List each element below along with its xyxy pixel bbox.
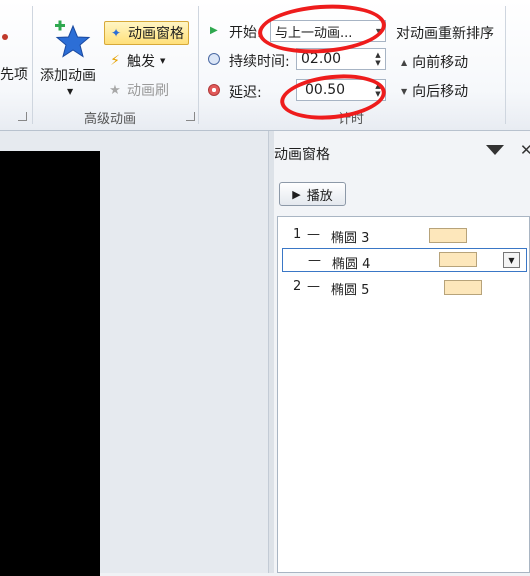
start-label: 开始: [229, 25, 262, 41]
spin-arrows-icon[interactable]: ▲ ▼ [371, 80, 385, 100]
play-button[interactable]: ▶ 播放 [279, 182, 346, 206]
duration-value: 02.00 [301, 51, 342, 67]
start-value: 与上一动画... [275, 25, 353, 41]
group-divider [32, 6, 33, 124]
slide-canvas[interactable] [0, 151, 100, 576]
item-number: 1 [293, 227, 302, 242]
delay-spinner[interactable]: 00.50 ▲ ▼ [296, 79, 386, 101]
move-later-button[interactable]: ▼ 向后移动 [401, 80, 468, 102]
animation-pane-button[interactable]: ✦ 动画窗格 [104, 21, 189, 45]
trigger-label: 触发 [127, 54, 155, 70]
dialog-launcher-icon[interactable] [18, 112, 27, 121]
chevron-down-icon[interactable]: ▼ [503, 252, 520, 268]
star-plus-icon [55, 20, 91, 58]
animation-painter-label: 动画刷 [127, 83, 169, 99]
lightning-icon: ⚡ [110, 53, 120, 69]
start-play-icon: ▶ [210, 25, 218, 36]
item-number: 2 [293, 279, 302, 294]
item-dash: — [308, 253, 321, 268]
play-label: 播放 [306, 188, 333, 204]
animation-pane-icon: ✦ [110, 26, 122, 40]
dialog-launcher-icon[interactable] [186, 112, 195, 121]
clock-icon [208, 53, 220, 65]
triangle-up-icon: ▲ [401, 57, 408, 67]
item-name: 椭圆 4 [332, 257, 371, 272]
spin-arrows-icon[interactable]: ▲ ▼ [371, 49, 385, 69]
move-earlier-label: 向前移动 [412, 55, 469, 71]
move-later-label: 向后移动 [412, 84, 469, 100]
list-item[interactable]: 1 — 椭圆 3 [278, 223, 529, 247]
close-icon[interactable]: ✕ [520, 141, 530, 159]
item-dash: — [307, 227, 320, 242]
delay-value: 00.50 [305, 82, 346, 98]
group-divider [198, 6, 199, 124]
pane-menu-icon[interactable] [486, 145, 504, 155]
advanced-animation-group-label: 高级动画 [84, 112, 137, 127]
play-icon: ▶ [292, 187, 301, 201]
reorder-title: 对动画重新排序 [396, 26, 494, 42]
chevron-down-icon: ▼ [160, 57, 166, 65]
timing-bar[interactable] [429, 228, 467, 243]
chevron-down-icon: ▼ [375, 27, 382, 36]
add-animation-label: 添加动画 [40, 68, 96, 84]
delay-icon [208, 84, 220, 96]
timing-group-label: 计时 [338, 112, 365, 127]
trigger-button[interactable]: ⚡ 触发 ▼ [108, 50, 165, 72]
triangle-down-icon: ▼ [401, 86, 408, 96]
start-dropdown[interactable]: 与上一动画... ▼ [270, 20, 386, 42]
item-name: 椭圆 3 [331, 231, 370, 246]
item-name: 椭圆 5 [331, 283, 370, 298]
chevron-down-icon: ▼ [67, 87, 74, 96]
animation-list: 1 — 椭圆 3 — 椭圆 4 ▼ 2 — 椭圆 5 [277, 216, 530, 573]
list-item[interactable]: 2 — 椭圆 5 [278, 275, 529, 299]
animation-pane: 动画窗格 ✕ ▶ 播放 1 — 椭圆 3 — 椭圆 4 ▼ 2 — 椭圆 5 [274, 131, 530, 573]
slide-editing-area [0, 131, 268, 576]
bullet-icon [2, 34, 8, 40]
list-item[interactable]: — 椭圆 4 ▼ [282, 248, 527, 272]
pane-title: 动画窗格 [274, 147, 330, 163]
move-earlier-button[interactable]: ▲ 向前移动 [401, 51, 468, 73]
timing-bar[interactable] [439, 252, 477, 267]
ribbon: 先项 添加动画 ▼ ✦ 动画窗格 ⚡ 触发 ▼ ★ 动画刷 高级动画 ▶ 开始:… [0, 0, 530, 131]
duration-spinner[interactable]: 02.00 ▲ ▼ [296, 48, 386, 70]
delay-label: 延迟: [229, 85, 262, 101]
animation-painter-button[interactable]: ★ 动画刷 [108, 79, 169, 101]
effect-options-button-partial[interactable]: 先项 [0, 64, 28, 84]
duration-label: 持续时间: [229, 54, 290, 70]
item-dash: — [307, 279, 320, 294]
painter-brush-icon: ★ [109, 82, 121, 98]
timing-bar[interactable] [444, 280, 482, 295]
group-divider [505, 6, 506, 124]
animation-pane-label: 动画窗格 [128, 26, 184, 42]
add-animation-button[interactable]: 添加动画 ▼ [38, 20, 102, 98]
